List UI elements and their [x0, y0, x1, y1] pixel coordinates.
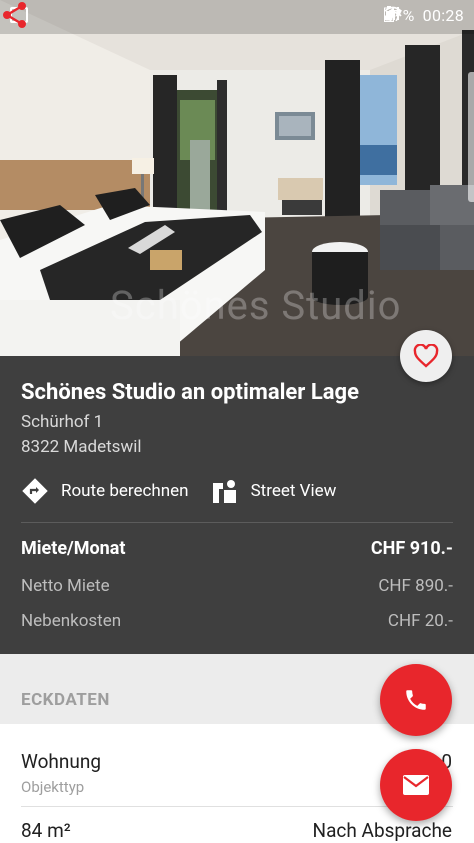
route-icon	[22, 478, 48, 504]
listing-info-panel: Schönes Studio an optimaler Lage Schürho…	[0, 356, 474, 654]
scroll-edge-indicator	[468, 72, 474, 202]
heart-icon	[413, 344, 439, 368]
street-view-label: Street View	[250, 481, 337, 501]
side-costs-row: Nebenkosten CHF 20.-	[21, 611, 453, 631]
street-view-button[interactable]: Street View	[211, 477, 337, 505]
email-button[interactable]	[380, 749, 452, 821]
listing-city: 8322 Madetswil	[21, 437, 142, 457]
net-rent-value: CHF 890.-	[378, 576, 453, 596]
action-row: Route berechnen Street View	[21, 474, 358, 508]
share-icon[interactable]	[0, 0, 30, 30]
listing-street: Schürhof 1	[21, 412, 104, 432]
call-button[interactable]	[380, 664, 452, 736]
route-label: Route berechnen	[61, 481, 189, 501]
object-type-label: Objekttyp	[21, 778, 85, 796]
phone-icon	[406, 690, 426, 710]
object-type-value: Wohnung	[21, 750, 101, 773]
net-rent-row: Netto Miete CHF 890.-	[21, 576, 453, 596]
net-rent-label: Netto Miete	[21, 576, 110, 596]
listing-title: Schönes Studio an optimaler Lage	[21, 380, 359, 405]
availability-value: Nach Absprache	[312, 819, 452, 842]
status-right: 47% 00:28	[384, 6, 464, 25]
favorite-button[interactable]	[400, 330, 452, 382]
app-screen: Schönes Studio 47% 00:28 Schönes Studio …	[0, 0, 474, 843]
divider	[21, 522, 453, 523]
photo-watermark: Schönes Studio	[110, 282, 402, 329]
mail-icon	[403, 775, 429, 795]
route-button[interactable]: Route berechnen	[21, 477, 189, 505]
rent-row: Miete/Monat CHF 910.-	[21, 538, 453, 559]
street-view-icon	[212, 480, 236, 503]
section-title: ECKDATEN	[21, 690, 110, 710]
status-bar: 47% 00:28	[0, 0, 474, 32]
battery-icon	[384, 6, 395, 22]
rent-value: CHF 910.-	[370, 538, 453, 559]
side-costs-value: CHF 20.-	[387, 611, 453, 631]
listing-photo[interactable]: Schönes Studio 47% 00:28	[0, 0, 474, 356]
rent-label: Miete/Monat	[21, 538, 126, 559]
side-costs-label: Nebenkosten	[21, 611, 122, 631]
clock: 00:28	[422, 6, 464, 25]
area-value: 84 m²	[21, 819, 71, 842]
